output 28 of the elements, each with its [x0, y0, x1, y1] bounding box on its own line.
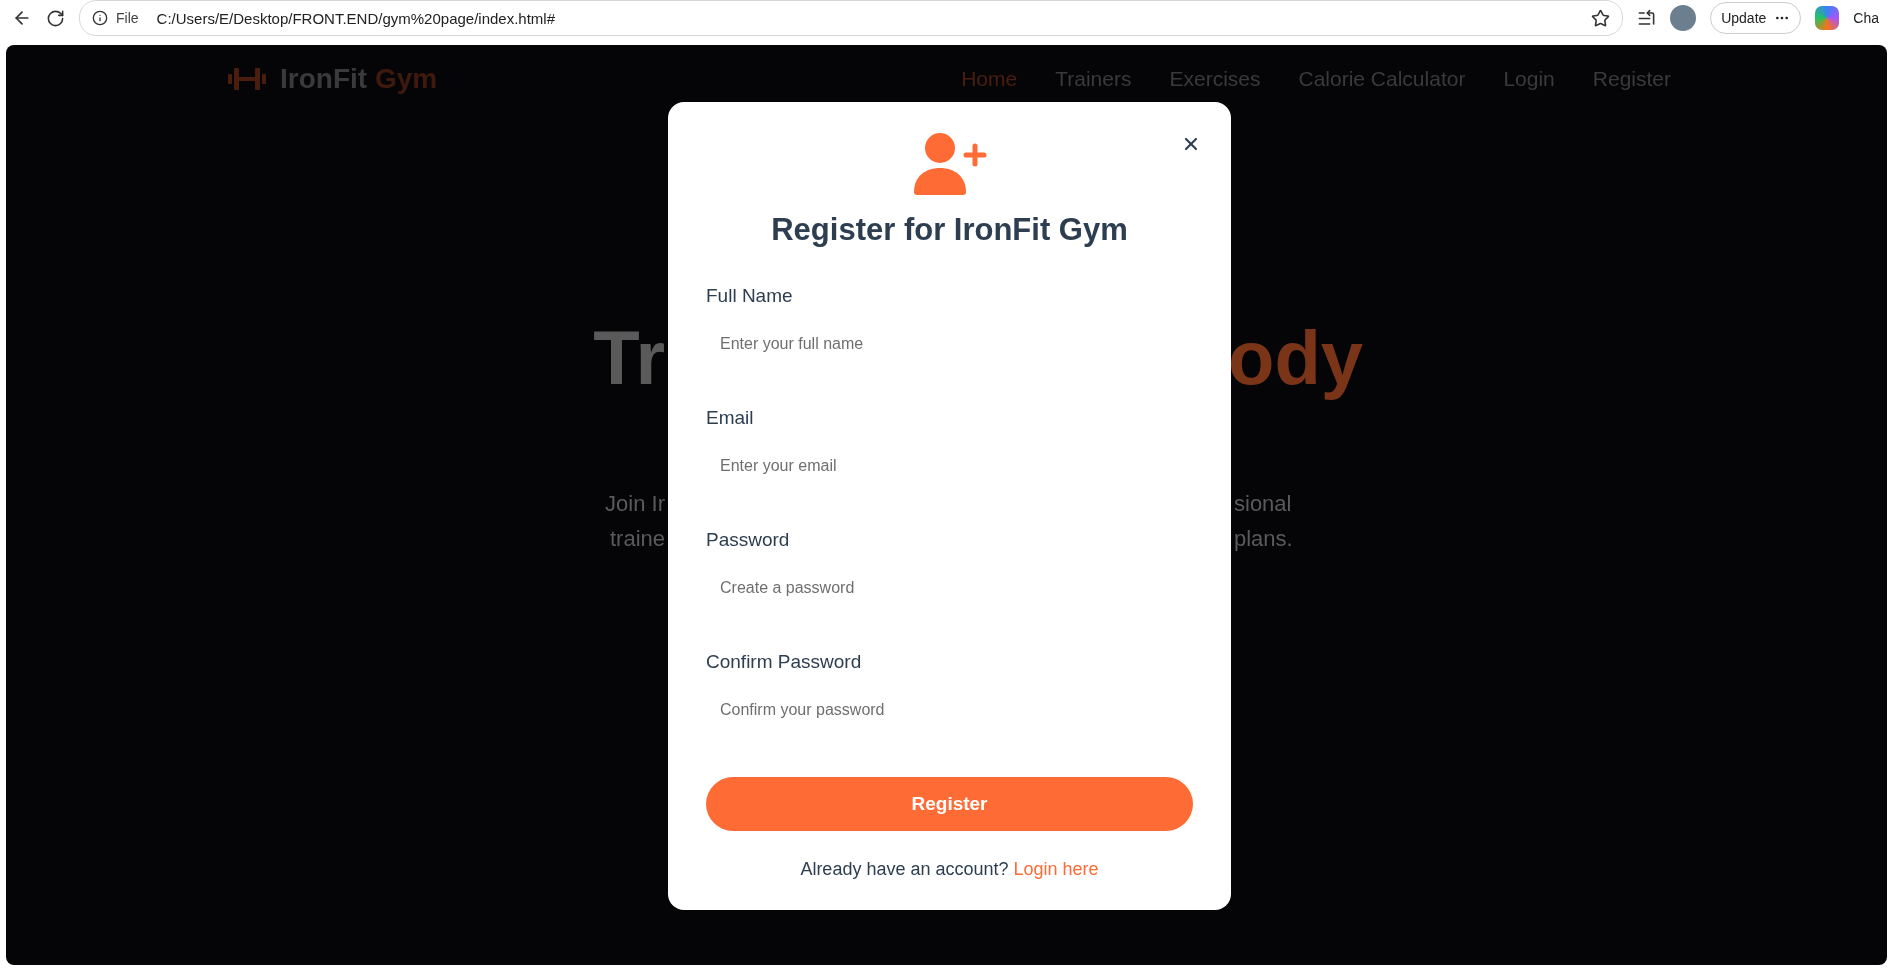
nav-link[interactable]: Home [961, 67, 1018, 91]
reload-icon[interactable] [46, 8, 65, 28]
field-label: Confirm Password [706, 651, 862, 673]
dumbbell-icon [228, 66, 266, 92]
copilot-icon[interactable] [1815, 6, 1840, 30]
star-icon[interactable] [1591, 8, 1611, 28]
field-label: Email [706, 407, 754, 429]
address-bar[interactable]: File C:/Users/E/Desktop/FRONT.END/gym%20page/index.html# [79, 0, 1624, 36]
url-text: C:/Users/E/Desktop/FRONT.END/gym%20page/index.html# [156, 9, 557, 27]
user-plus-icon [911, 132, 988, 196]
login-prompt: Already have an account? Login here [799, 859, 1100, 880]
update-button[interactable]: Update [1710, 2, 1802, 34]
field-label: Full Name [706, 285, 793, 307]
hero-heading: Tr [593, 320, 665, 396]
scheme-label: File [116, 10, 140, 26]
hero-text: Join Ir [605, 490, 665, 518]
field-label: Password [706, 529, 790, 551]
info-icon[interactable] [92, 10, 108, 26]
hero-text: plans. [1234, 525, 1293, 554]
favorites-icon[interactable] [1637, 8, 1657, 28]
hero-text: traine [609, 525, 665, 554]
side-panel-label[interactable]: Cha [1853, 10, 1879, 26]
dialog-title: Register for IronFit Gym [770, 212, 1129, 248]
brand-accent: Gym [374, 63, 438, 94]
register-button[interactable]: Register [706, 777, 1193, 831]
profile-avatar[interactable] [1670, 5, 1697, 31]
hero-text: sional [1234, 490, 1292, 518]
login-link[interactable]: Login here [1013, 859, 1099, 879]
